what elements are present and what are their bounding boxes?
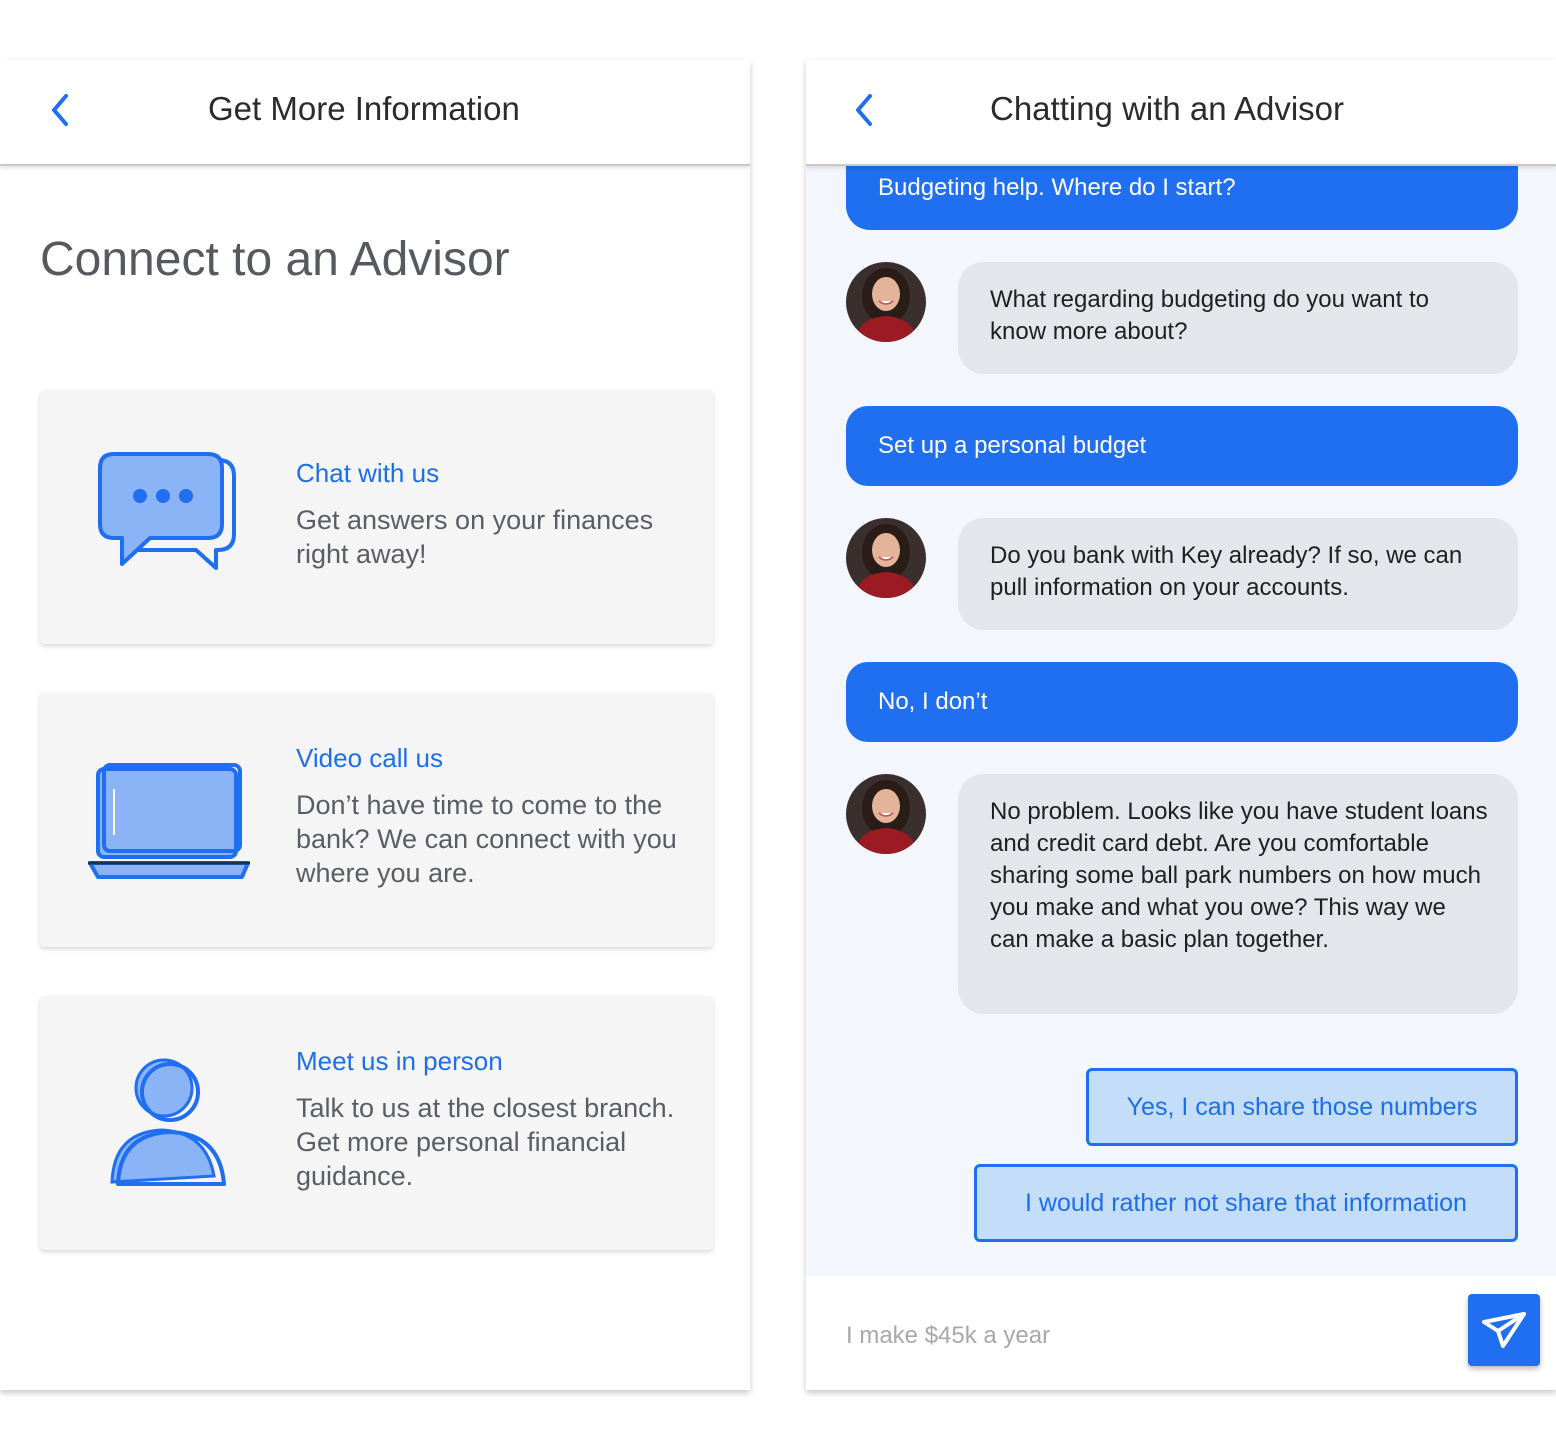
card-title: Meet us in person — [296, 1046, 503, 1076]
message-text: Do you bank with Key already? If so, we … — [990, 542, 1463, 601]
header: Chatting with an Advisor — [806, 60, 1556, 166]
advisor-message: What regarding budgeting do you want to … — [958, 262, 1518, 374]
advisor-avatar — [846, 774, 926, 854]
card-description: Talk to us at the closest branch. Get mo… — [296, 1093, 675, 1191]
advisor-photo — [846, 262, 926, 342]
message-text: Budgeting help. Where do I start? — [878, 174, 1236, 201]
advisor-avatar — [846, 262, 926, 342]
left-screen: Get More Information Connect to an Advis… — [0, 60, 750, 1390]
message-text: No, I don’t — [878, 688, 988, 715]
advisor-photo — [846, 518, 926, 598]
back-button[interactable] — [844, 88, 884, 132]
card-description: Don’t have time to come to the bank? We … — [296, 790, 677, 888]
send-icon — [1482, 1312, 1526, 1348]
chevron-left-icon — [856, 94, 872, 126]
send-button[interactable] — [1468, 1294, 1540, 1366]
chat-option-card[interactable]: Chat with us Get answers on your finance… — [40, 390, 713, 644]
user-message: Set up a personal budget — [846, 406, 1518, 486]
in-person-option-card[interactable]: Meet us in person Talk to us at the clos… — [40, 996, 713, 1250]
laptop-icon — [88, 763, 250, 879]
section-heading: Connect to an Advisor — [40, 233, 510, 286]
user-message: No, I don’t — [846, 662, 1518, 742]
message-input[interactable] — [846, 1316, 1446, 1356]
chat-bubbles-icon — [98, 452, 236, 570]
message-text: Set up a personal budget — [878, 432, 1147, 459]
message-composer — [806, 1276, 1556, 1390]
page-title: Get More Information — [208, 90, 520, 127]
card-title: Video call us — [296, 743, 443, 773]
quick-reply-yes-button[interactable]: Yes, I can share those numbers — [1086, 1068, 1518, 1146]
quick-reply-no-button[interactable]: I would rather not share that informatio… — [974, 1164, 1518, 1242]
person-icon — [110, 1058, 226, 1186]
advisor-avatar — [846, 518, 926, 598]
advisor-message: Do you bank with Key already? If so, we … — [958, 518, 1518, 630]
page-title: Chatting with an Advisor — [990, 90, 1345, 127]
message-text: What regarding budgeting do you want to … — [990, 286, 1429, 345]
advisor-message: No problem. Looks like you have student … — [958, 774, 1518, 1014]
card-title: Chat with us — [296, 458, 440, 488]
advisor-photo — [846, 774, 926, 854]
card-description: Get answers on your finances right away! — [296, 505, 654, 569]
right-screen: Chatting with an Advisor Budgeting help.… — [806, 60, 1556, 1390]
header: Get More Information — [0, 60, 750, 166]
message-text: No problem. Looks like you have student … — [990, 798, 1488, 953]
user-message: Budgeting help. Where do I start? — [846, 156, 1518, 230]
chevron-left-icon — [52, 94, 68, 126]
video-option-card[interactable]: Video call us Don’t have time to come to… — [40, 693, 713, 947]
back-button[interactable] — [40, 88, 80, 132]
